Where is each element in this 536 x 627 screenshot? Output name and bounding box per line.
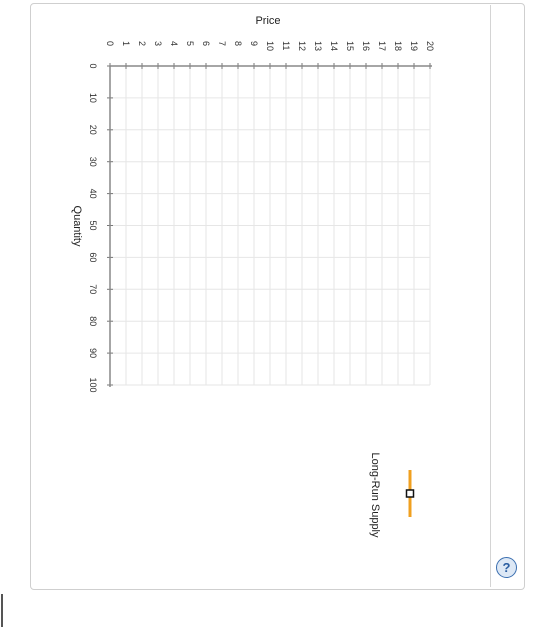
quantity-tick-label: 90 <box>88 348 98 358</box>
price-tick-label: 18 <box>393 41 403 51</box>
quantity-tick-label: 70 <box>88 284 98 294</box>
price-tick-label: 2 <box>137 41 147 46</box>
price-tick-label: 12 <box>297 41 307 51</box>
price-tick-label: 7 <box>217 41 227 46</box>
price-axis-title: Price <box>255 15 280 27</box>
quantity-tick-label: 60 <box>88 252 98 262</box>
quantity-tick-label: 30 <box>88 157 98 167</box>
quantity-tick-label: 100 <box>88 377 98 392</box>
price-tick-label: 8 <box>233 41 243 46</box>
price-tick-label: 15 <box>345 41 355 51</box>
price-tick-label: 9 <box>249 41 259 46</box>
quantity-tick-labels: 0 10 20 30 40 50 60 70 80 90 100 <box>88 63 98 392</box>
graph-area[interactable]: 0 1 2 3 4 5 6 7 8 9 10 11 12 13 14 15 16 17 18 19 20 0102030… <box>0 0 536 627</box>
price-tick-label: 13 <box>313 41 323 51</box>
price-tick-label: 14 <box>329 41 339 51</box>
price-tick-label: 6 <box>201 41 211 46</box>
price-tick-label: 3 <box>153 41 163 46</box>
help-icon: ? <box>502 560 511 575</box>
legend-square-marker <box>405 489 415 498</box>
price-tick-label: 16 <box>361 41 371 51</box>
price-tick-labels: 0 1 2 3 4 5 6 7 8 9 10 11 12 13 14 15 16 17 18 19 20 <box>105 41 435 51</box>
price-tick-label: 17 <box>377 41 387 51</box>
price-tick-label: 20 <box>425 41 435 51</box>
long-run-supply-tool[interactable] <box>405 470 415 517</box>
legend-label: Long-Run Supply <box>369 452 381 538</box>
price-tick-label: 19 <box>409 41 419 51</box>
quantity-tick-label: 10 <box>88 93 98 103</box>
quantity-tick-label: 20 <box>88 125 98 135</box>
quantity-tick-label: 40 <box>88 189 98 199</box>
quantity-tick-label: 80 <box>88 316 98 326</box>
quantity-tick-label: 50 <box>88 220 98 230</box>
price-tick-label: 5 <box>185 41 195 46</box>
price-tick-label: 10 <box>265 41 275 51</box>
grid-lines <box>110 66 431 386</box>
quantity-axis-title: Quantity <box>71 206 83 247</box>
price-tick-label: 0 <box>105 41 115 46</box>
text-cursor <box>1 594 3 627</box>
price-tick-label: 1 <box>121 41 131 46</box>
quantity-tick-label: 0 <box>88 63 98 68</box>
price-tick-label: 4 <box>169 41 179 46</box>
price-tick-label: 11 <box>281 41 291 50</box>
help-button[interactable]: ? <box>496 557 517 578</box>
